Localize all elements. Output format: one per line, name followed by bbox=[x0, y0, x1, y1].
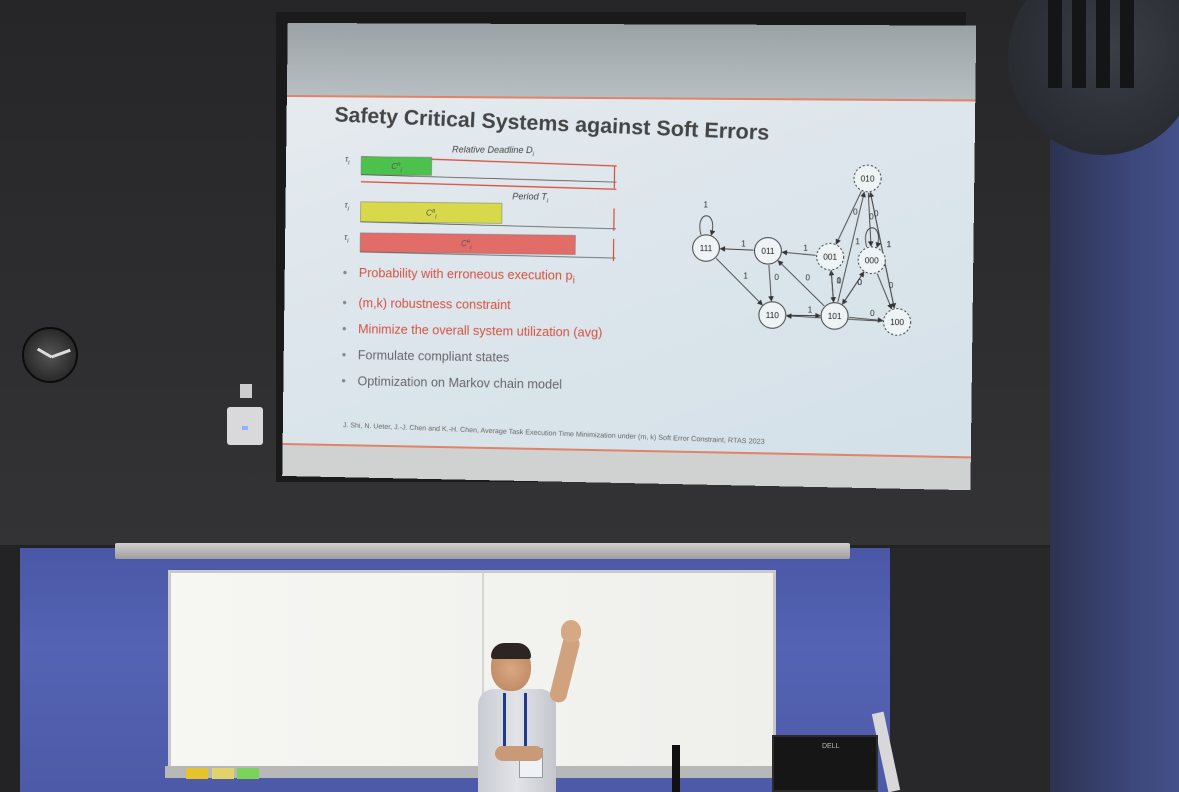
svg-text:111: 111 bbox=[700, 244, 713, 253]
transition-label: 0 bbox=[874, 209, 879, 218]
transition-label: 1 bbox=[743, 271, 748, 280]
presenter-hair bbox=[491, 643, 531, 659]
presenter-hand bbox=[561, 620, 581, 642]
clock-hand bbox=[50, 348, 71, 359]
transition-label: 0 bbox=[853, 207, 858, 216]
time-axis bbox=[361, 175, 617, 182]
task-label: τi bbox=[344, 233, 349, 245]
transition-label: 1 bbox=[837, 276, 842, 285]
projection-screen: Safety Critical Systems against Soft Err… bbox=[282, 23, 976, 490]
transition-label: 1 bbox=[741, 239, 746, 248]
markov-transition bbox=[831, 271, 834, 302]
bullet-list: • Probability with erroneous execution pi… bbox=[341, 266, 667, 406]
bullet-text: Optimization on Markov chain model bbox=[357, 373, 563, 392]
light-fixture bbox=[115, 543, 850, 559]
slide-title: Safety Critical Systems against Soft Err… bbox=[334, 103, 770, 145]
transition-label: 1 bbox=[886, 240, 891, 249]
markov-chain-diagram: 11100101001010010010 1110110010000101101… bbox=[669, 146, 931, 343]
markov-transition bbox=[843, 272, 864, 304]
task-label: τi bbox=[345, 201, 350, 213]
wall-sensor bbox=[227, 407, 263, 445]
transition-label: 1 bbox=[803, 244, 808, 253]
transition-label: 0 bbox=[889, 281, 894, 290]
svg-text:011: 011 bbox=[761, 247, 775, 256]
vent-slot bbox=[1072, 0, 1086, 88]
microphone bbox=[672, 745, 680, 792]
period-arrow bbox=[361, 182, 617, 190]
markov-transition bbox=[768, 265, 771, 301]
clock-hand bbox=[36, 347, 53, 359]
period-label: Period Ti bbox=[512, 191, 549, 205]
desk-monitor: DELL bbox=[772, 735, 878, 792]
vent-slot bbox=[1048, 0, 1062, 88]
bullet-text: (m,k) robustness constraint bbox=[358, 295, 511, 312]
svg-text:110: 110 bbox=[766, 311, 780, 320]
svg-text:101: 101 bbox=[828, 312, 843, 321]
markov-state-011: 011 bbox=[754, 237, 781, 264]
svg-text:000: 000 bbox=[865, 256, 880, 265]
dark-panel bbox=[890, 548, 1050, 792]
transition-label: 0 bbox=[857, 278, 862, 287]
presenter-lanyard bbox=[503, 693, 527, 749]
wall-outlet bbox=[240, 384, 252, 398]
markov-state-000: 000 bbox=[858, 247, 885, 274]
transition-label: 1 bbox=[855, 237, 860, 246]
markov-state-001: 001 bbox=[816, 243, 843, 270]
markov-state-110: 110 bbox=[759, 302, 786, 329]
bullet-text: Probability with erroneous execution p bbox=[358, 265, 573, 283]
bullet-item: • Probability with erroneous execution pi bbox=[342, 265, 575, 287]
svg-text:010: 010 bbox=[861, 174, 876, 183]
markov-state-010: 010 bbox=[854, 165, 881, 192]
whiteboard bbox=[168, 570, 776, 775]
deadline-label: Relative Deadline Di bbox=[452, 144, 535, 158]
transition-label: 0 bbox=[774, 273, 779, 282]
markov-transition bbox=[865, 228, 878, 247]
markov-transition bbox=[782, 252, 815, 255]
svg-text:001: 001 bbox=[823, 253, 838, 262]
transition-label: 0 bbox=[870, 309, 875, 318]
vent-slot bbox=[1120, 0, 1134, 88]
marker bbox=[212, 768, 234, 779]
bullet-text: Minimize the overall system utilization … bbox=[358, 321, 603, 340]
task-label: τi bbox=[345, 155, 350, 167]
bullet-item: • Minimize the overall system utilization… bbox=[342, 321, 603, 340]
transition-label: 0 bbox=[805, 273, 810, 282]
bullet-text: Formulate compliant states bbox=[357, 347, 510, 365]
markov-transition bbox=[700, 216, 713, 235]
transition-label: 1 bbox=[703, 200, 708, 209]
bullet-item: • Formulate compliant states bbox=[341, 347, 510, 365]
markov-state-100: 100 bbox=[883, 308, 910, 335]
monitor-logo: DELL bbox=[822, 743, 840, 750]
sensor-light bbox=[242, 426, 248, 430]
markov-transition bbox=[720, 249, 753, 250]
markov-transition bbox=[716, 258, 763, 305]
svg-text:100: 100 bbox=[890, 318, 905, 327]
slide-reference: J. Shi, N. Ueter, J.-J. Chen and K.-H. C… bbox=[342, 422, 765, 446]
markov-transition bbox=[778, 261, 825, 306]
slide-header-band bbox=[286, 22, 977, 100]
vent-slot bbox=[1096, 0, 1110, 88]
markov-state-111: 111 bbox=[692, 235, 719, 262]
bullet-item: • Optimization on Markov chain model bbox=[341, 373, 563, 392]
timing-diagram: Relative Deadline Di τi Cni Period Ti τi… bbox=[344, 144, 635, 265]
marker bbox=[237, 768, 259, 779]
presenter-forearm bbox=[495, 746, 543, 761]
transition-label: 1 bbox=[808, 305, 813, 314]
markov-transition bbox=[877, 274, 892, 309]
bullet-subscript: i bbox=[572, 275, 575, 287]
wall-clock bbox=[22, 327, 78, 383]
markov-state-101: 101 bbox=[821, 302, 848, 329]
bullet-item: • (m,k) robustness constraint bbox=[342, 295, 511, 312]
marker bbox=[186, 768, 208, 779]
